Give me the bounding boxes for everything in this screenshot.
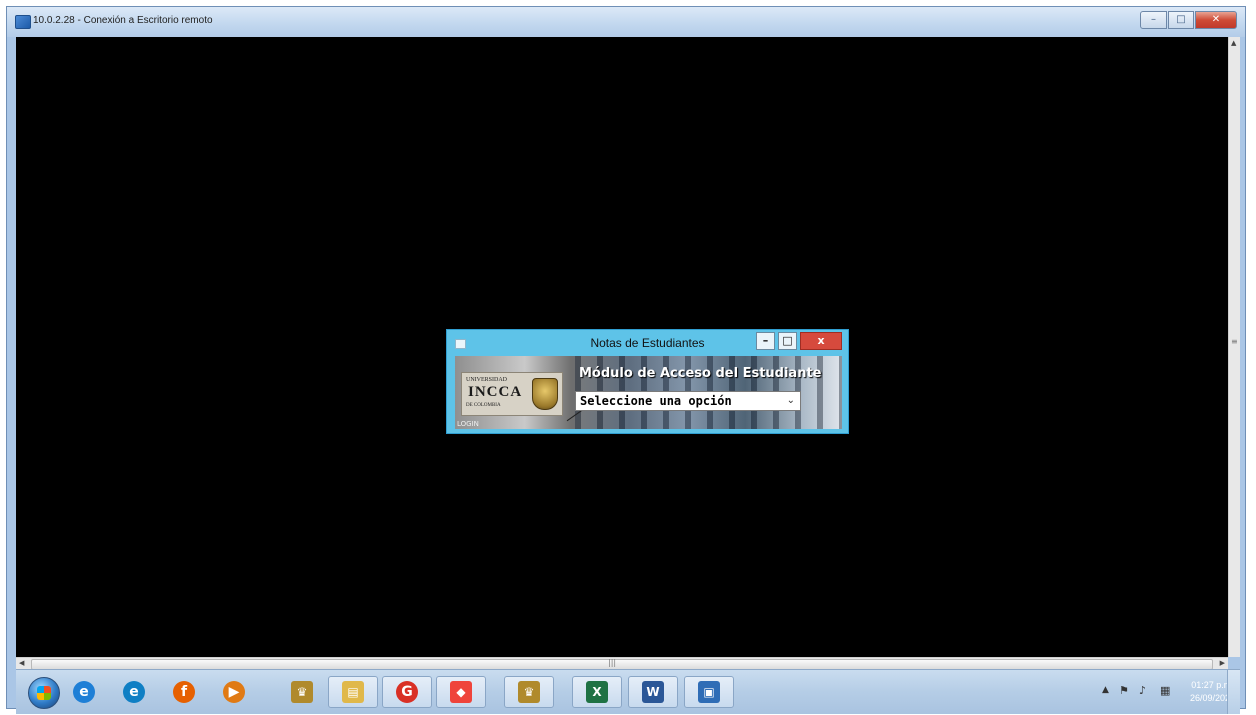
taskbar-item-incca-app-1[interactable]: ♛ xyxy=(284,676,320,708)
volume-icon[interactable]: ♪ xyxy=(1139,684,1146,697)
taskbar-item-remote-desktop[interactable]: ▣ xyxy=(684,676,734,708)
maximize-button[interactable]: □ xyxy=(1168,11,1194,29)
scroll-right-arrow-icon[interactable]: ▶ xyxy=(1220,659,1225,667)
anydesk-icon: ◆ xyxy=(450,681,472,703)
logo-text-main: INCCA xyxy=(468,384,523,400)
explorer-icon: ▤ xyxy=(342,681,364,703)
logo-text-bottom: DE COLOMBIA xyxy=(466,403,501,408)
scroll-grip-icon: ||| xyxy=(608,658,617,667)
scroll-grip-icon: ≡ xyxy=(1231,337,1238,346)
title-bar[interactable]: 10.0.2.28 - Conexión a Escritorio remoto… xyxy=(7,7,1245,37)
excel-icon: X xyxy=(586,681,608,703)
option-select[interactable]: Seleccione una opción ⌄ xyxy=(575,391,801,411)
show-hidden-icons-icon[interactable]: ▲ xyxy=(1102,685,1109,695)
internet-explorer-icon: e xyxy=(73,681,95,703)
app-close-button[interactable]: x xyxy=(800,332,842,350)
scroll-up-arrow-icon[interactable]: ▲ xyxy=(1231,39,1236,47)
incca-app-1-icon: ♛ xyxy=(291,681,313,703)
vertical-scrollbar[interactable]: ▲ ≡ xyxy=(1228,37,1240,657)
crest-icon xyxy=(532,378,558,410)
taskbar: e e f ▶ ♛ ▤ G ◆ ♛ X W ▣ ▲ ⚑ ♪ ▦ 01:27 p.m. 26/09/20… xyxy=(16,669,1240,714)
university-logo: UNIVERSIDAD INCCA DE COLOMBIA xyxy=(461,372,563,416)
module-heading: Módulo de Acceso del Estudiante xyxy=(579,366,822,381)
network-icon[interactable]: ▦ xyxy=(1160,684,1170,697)
incca-app-2-icon: ♛ xyxy=(518,681,540,703)
chrome-icon: G xyxy=(396,681,418,703)
close-button[interactable]: ✕ xyxy=(1195,11,1237,29)
remote-desktop-icon xyxy=(15,15,31,29)
taskbar-item-anydesk[interactable]: ◆ xyxy=(436,676,486,708)
window-title: 10.0.2.28 - Conexión a Escritorio remoto xyxy=(33,15,213,26)
taskbar-item-incca-app-2[interactable]: ♛ xyxy=(504,676,554,708)
show-desktop-button[interactable] xyxy=(1227,670,1240,714)
app-minimize-button[interactable]: – xyxy=(756,332,775,350)
media-icon: ▶ xyxy=(223,681,245,703)
banner-footer-text: LOGIN xyxy=(457,420,479,428)
option-select-value: Seleccione una opción xyxy=(580,394,732,408)
taskbar-item-explorer[interactable]: ▤ xyxy=(328,676,378,708)
taskbar-item-firefox[interactable]: f xyxy=(166,676,202,708)
start-button[interactable] xyxy=(28,677,60,709)
chevron-down-icon[interactable]: ⌄ xyxy=(787,395,795,406)
logo-text-top: UNIVERSIDAD xyxy=(466,377,507,383)
taskbar-item-internet-explorer[interactable]: e xyxy=(66,676,102,708)
edge-icon: e xyxy=(123,681,145,703)
app-maximize-button[interactable]: □ xyxy=(778,332,797,350)
remote-desktop-icon: ▣ xyxy=(698,681,720,703)
scroll-left-arrow-icon[interactable]: ◀ xyxy=(19,659,24,667)
taskbar-item-edge[interactable]: e xyxy=(116,676,152,708)
minimize-button[interactable]: – xyxy=(1140,11,1167,29)
system-tray: ▲ ⚑ ♪ ▦ 01:27 p.m. 26/09/2022 xyxy=(1094,676,1235,708)
notas-estudiantes-window: Notas de Estudiantes – □ x UNIVERSIDAD I… xyxy=(446,329,849,434)
taskbar-item-excel[interactable]: X xyxy=(572,676,622,708)
taskbar-item-chrome[interactable]: G xyxy=(382,676,432,708)
firefox-icon: f xyxy=(173,681,195,703)
app-banner: UNIVERSIDAD INCCA DE COLOMBIA Módulo de … xyxy=(455,356,842,429)
taskbar-item-word[interactable]: W xyxy=(628,676,678,708)
word-icon: W xyxy=(642,681,664,703)
taskbar-item-media[interactable]: ▶ xyxy=(216,676,252,708)
action-center-flag-icon[interactable]: ⚑ xyxy=(1119,684,1129,697)
